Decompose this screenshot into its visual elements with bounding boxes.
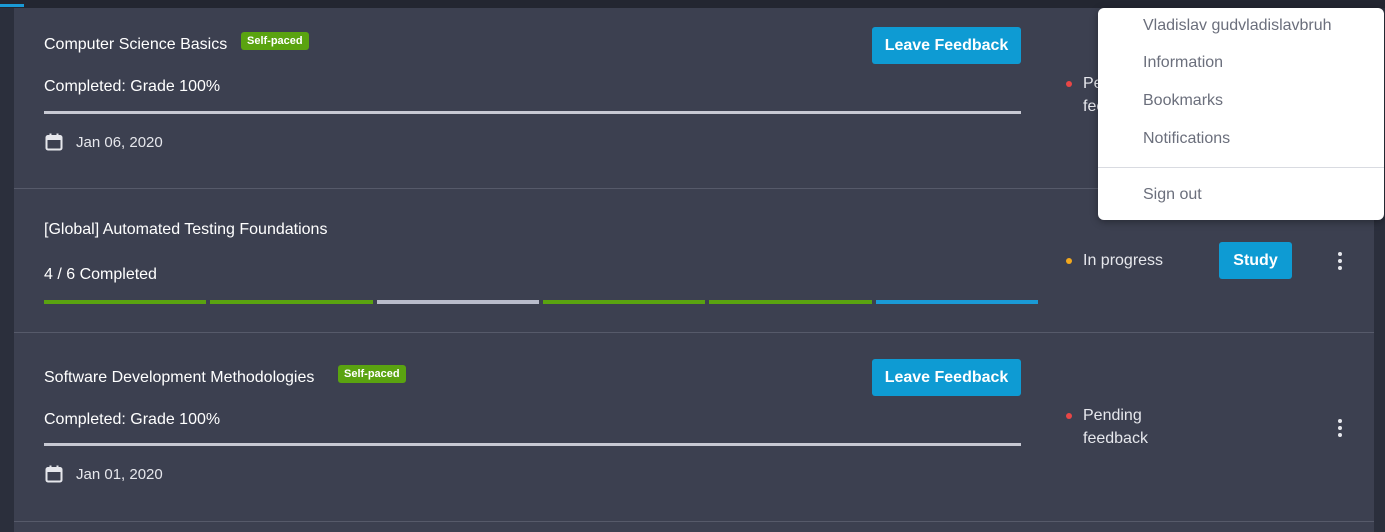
segment-pending <box>376 300 539 304</box>
course-status: In progress <box>1066 249 1163 272</box>
leave-feedback-button[interactable]: Leave Feedback <box>872 27 1021 64</box>
status-dot <box>1066 81 1072 87</box>
date-text: Jan 01, 2020 <box>76 465 163 483</box>
progress-text: 4 / 6 Completed <box>44 266 157 283</box>
status-text: In progress <box>1083 252 1164 269</box>
menu-item-information[interactable]: Information <box>1143 54 1223 72</box>
course-title[interactable]: [Global] Automated Testing Foundations <box>44 221 327 239</box>
more-vertical-icon[interactable] <box>1330 249 1350 273</box>
course-date: Jan 06, 2020 <box>44 132 163 152</box>
top-bar <box>0 0 1385 8</box>
active-tab-indicator <box>0 4 24 7</box>
menu-item-notifications[interactable]: Notifications <box>1143 130 1230 148</box>
segment-completed <box>210 300 373 304</box>
status-dot <box>1066 258 1072 264</box>
menu-item-bookmarks[interactable]: Bookmarks <box>1143 92 1223 110</box>
progress-bar <box>44 443 1021 446</box>
segment-current <box>875 300 1038 304</box>
segment-completed <box>542 300 706 304</box>
course-date: Jan 01, 2020 <box>44 464 163 484</box>
user-dropdown-menu: Vladislav gudvladislavbruh Information B… <box>1098 8 1384 220</box>
calendar-icon <box>44 132 64 152</box>
course-title[interactable]: Computer Science Basics <box>44 36 227 54</box>
more-vertical-icon[interactable] <box>1330 416 1350 440</box>
progress-segments <box>44 300 1038 304</box>
progress-text: Completed: Grade 100% <box>44 78 221 95</box>
status-dot <box>1066 413 1072 419</box>
menu-item-username[interactable]: Vladislav gudvladislavbruh <box>1143 17 1332 35</box>
date-text: Jan 06, 2020 <box>76 133 163 151</box>
calendar-icon <box>44 464 64 484</box>
progress-bar <box>44 111 1021 114</box>
progress-text: Completed: Grade 100% <box>44 411 221 428</box>
course-title[interactable]: Software Development Methodologies <box>44 369 314 387</box>
segment-completed <box>709 300 872 304</box>
course-card: Software Development Methodologies Self-… <box>14 333 1374 522</box>
study-button[interactable]: Study <box>1219 242 1292 279</box>
leave-feedback-button[interactable]: Leave Feedback <box>872 359 1021 396</box>
self-paced-badge: Self-paced <box>241 32 309 50</box>
status-text: Pending feedback <box>1083 407 1148 447</box>
segment-completed <box>44 300 207 304</box>
course-status: Pending feedback <box>1066 404 1148 450</box>
self-paced-badge: Self-paced <box>338 365 406 383</box>
menu-divider <box>1098 167 1384 168</box>
sign-out-link[interactable]: Sign out <box>1143 186 1202 204</box>
